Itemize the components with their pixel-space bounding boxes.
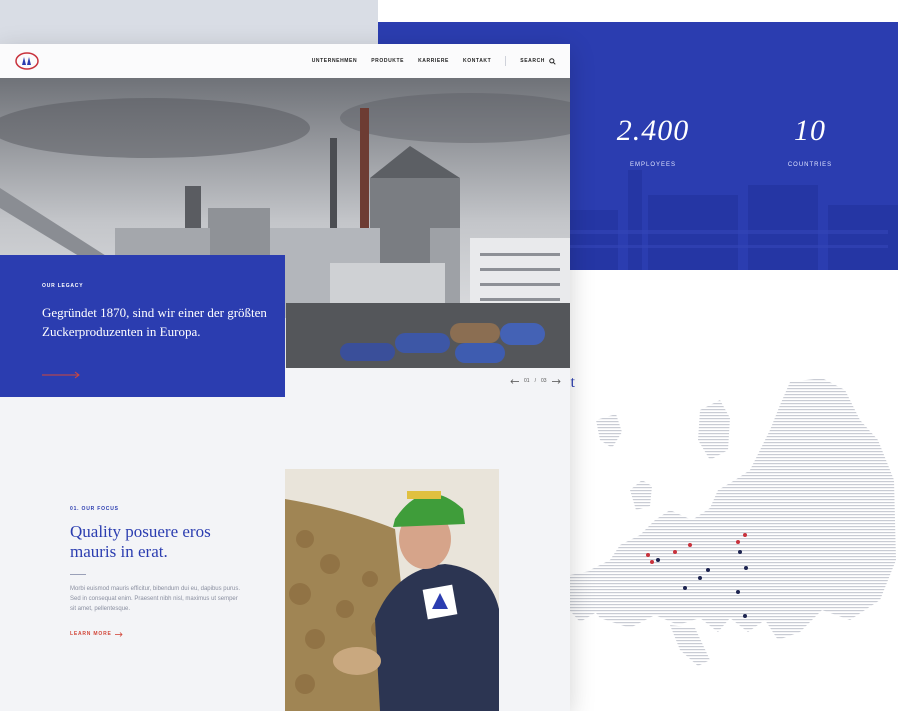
search-button[interactable]: SEARCH	[520, 57, 556, 65]
nav-item-kontakt[interactable]: KONTAKT	[463, 58, 491, 64]
nav-divider	[505, 56, 507, 66]
stat-countries: 10 COUNTRIES	[750, 114, 870, 168]
focus-eyebrow: 01. OUR FOCUS	[70, 506, 119, 512]
logo-icon[interactable]	[14, 51, 40, 71]
search-label: SEARCH	[520, 58, 545, 64]
stat-value: 10	[794, 114, 826, 147]
legacy-eyebrow: OUR LEGACY	[42, 283, 84, 289]
nav-item-unternehmen[interactable]: UNTERNEHMEN	[312, 58, 358, 64]
stat-label: COUNTRIES	[787, 162, 833, 168]
stat-label: EMPLOYEES	[629, 162, 676, 168]
nav-menu: UNTERNEHMEN PRODUKTE KARRIERE KONTAKT SE…	[312, 44, 556, 78]
top-navigation: UNTERNEHMEN PRODUKTE KARRIERE KONTAKT SE…	[0, 44, 570, 78]
nav-item-produkte[interactable]: PRODUKTE	[371, 58, 404, 64]
search-icon	[549, 57, 556, 65]
arrow-left-icon[interactable]	[510, 378, 519, 384]
slider-total: 03	[540, 378, 547, 384]
arrow-right-icon[interactable]	[42, 371, 82, 379]
website-page: UNTERNEHMEN PRODUKTE KARRIERE KONTAKT SE…	[0, 44, 570, 711]
arrow-right-icon[interactable]	[551, 378, 561, 384]
worker-photo	[285, 469, 499, 711]
slider-separator: /	[534, 378, 536, 384]
background-left	[0, 0, 378, 44]
divider	[70, 574, 86, 575]
europe-map	[565, 378, 896, 666]
legacy-card: OUR LEGACY Gegründet 1870, sind wir eine…	[0, 255, 285, 397]
focus-heading: Quality posuere eros mauris in erat.	[70, 522, 211, 561]
focus-body: Morbi euismod mauris efficitur, bibendum…	[70, 586, 240, 612]
learn-more-link[interactable]: LEARN MORE	[70, 631, 123, 637]
stat-value: 2.400	[616, 114, 690, 147]
legacy-heading: Gegründet 1870, sind wir einer der größt…	[42, 305, 267, 339]
learn-more-label: LEARN MORE	[70, 631, 112, 637]
nav-item-karriere[interactable]: KARRIERE	[418, 58, 449, 64]
stat-employees: 2.400 EMPLOYEES	[593, 114, 713, 168]
slider-current: 01	[524, 378, 530, 384]
slider-controls: 01 / 03	[510, 378, 561, 384]
arrow-right-icon	[114, 631, 123, 637]
